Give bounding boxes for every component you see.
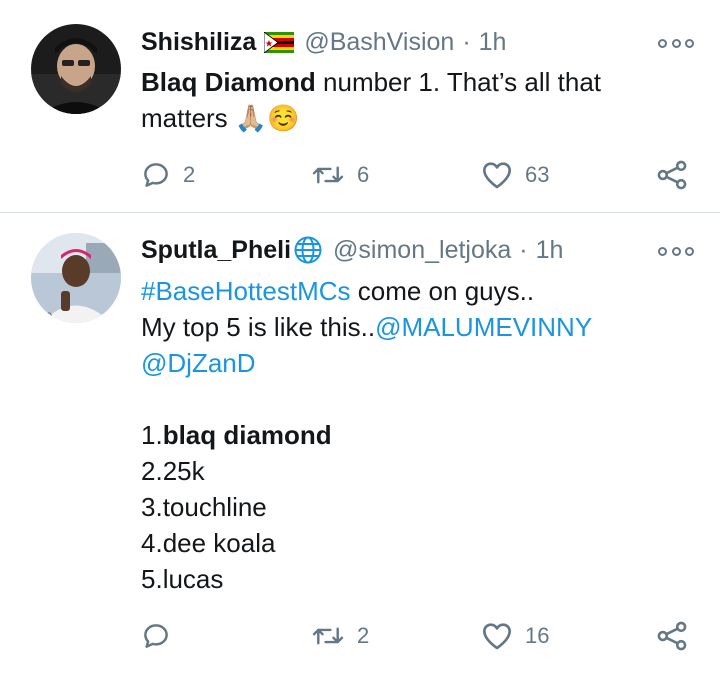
retweet-count: 2	[357, 623, 370, 648]
reply-button[interactable]	[141, 616, 183, 656]
tweet-text-line2: matters	[141, 103, 228, 133]
retweet-icon	[312, 166, 344, 184]
share-icon	[657, 160, 687, 190]
tweet-header: Shishiliza @BashVision · 1h	[141, 24, 506, 60]
globe-icon	[293, 235, 323, 265]
share-button[interactable]	[655, 155, 689, 195]
handle[interactable]: @BashVision	[304, 28, 454, 57]
heart-icon	[483, 162, 511, 189]
mention-link[interactable]: @MALUMEVINNY	[375, 312, 592, 342]
share-button[interactable]	[655, 616, 689, 656]
like-button[interactable]: 63	[481, 155, 549, 195]
retweet-button[interactable]: 2	[311, 616, 369, 656]
tweet-text-line1: come on guys..	[350, 276, 535, 306]
svg-text:019: 019	[35, 312, 52, 322]
share-icon	[657, 621, 687, 651]
mention-link[interactable]: @DjZanD	[141, 348, 256, 378]
tweet[interactable]: 019 Sputla_Pheli @simon_letjoka · 1h #Ba…	[0, 213, 720, 678]
list-item: 2.25k	[141, 456, 205, 486]
like-count: 16	[525, 623, 550, 648]
retweet-count: 6	[357, 162, 370, 187]
list-item: 5.lucas	[141, 564, 224, 594]
like-count: 63	[525, 162, 550, 187]
emoji: 🙏🏼☺️	[234, 103, 300, 133]
tweet-text-line2: My top 5 is like this..	[141, 312, 376, 342]
tweet[interactable]: Shishiliza @BashVision · 1h Blaq Diamond…	[0, 0, 720, 212]
avatar[interactable]	[31, 24, 121, 114]
tweet-text-rest: number 1. That’s all that	[315, 67, 601, 97]
more-options-icon[interactable]	[658, 36, 694, 50]
tweet-text: #BaseHottestMCs come on guys.. My top 5 …	[141, 273, 701, 597]
heart-icon	[483, 623, 511, 650]
separator: ·	[519, 235, 528, 264]
more-options-icon[interactable]	[658, 244, 694, 258]
reply-icon	[144, 163, 168, 187]
display-name[interactable]: Shishiliza	[141, 28, 256, 57]
tweet-text-bold: Blaq Diamond	[141, 67, 316, 97]
separator: ·	[462, 27, 471, 56]
zimbabwe-flag-icon	[263, 30, 295, 54]
reply-icon	[144, 624, 168, 648]
list-item: 3.touchline	[141, 492, 267, 522]
display-name[interactable]: Sputla_Pheli	[141, 236, 291, 265]
list-item: 4.dee koala	[141, 528, 276, 558]
reply-button[interactable]: 2	[141, 155, 195, 195]
avatar[interactable]: 019	[31, 233, 121, 323]
timestamp[interactable]: 1h	[479, 28, 507, 57]
tweet-text: Blaq Diamond number 1. That’s all that m…	[141, 64, 701, 136]
handle[interactable]: @simon_letjoka	[333, 236, 511, 265]
hashtag-link[interactable]: #BaseHottestMCs	[141, 276, 351, 306]
tweet-actions: 2 6 63	[141, 155, 701, 195]
tweet-header: Sputla_Pheli @simon_letjoka · 1h	[141, 232, 563, 268]
list-item: 1.blaq diamond	[141, 420, 332, 450]
tweet-actions: 2 16	[141, 616, 701, 656]
like-button[interactable]: 16	[481, 616, 549, 656]
timestamp[interactable]: 1h	[536, 236, 564, 265]
retweet-icon	[312, 627, 344, 645]
retweet-button[interactable]: 6	[311, 155, 369, 195]
reply-count: 2	[183, 162, 196, 187]
